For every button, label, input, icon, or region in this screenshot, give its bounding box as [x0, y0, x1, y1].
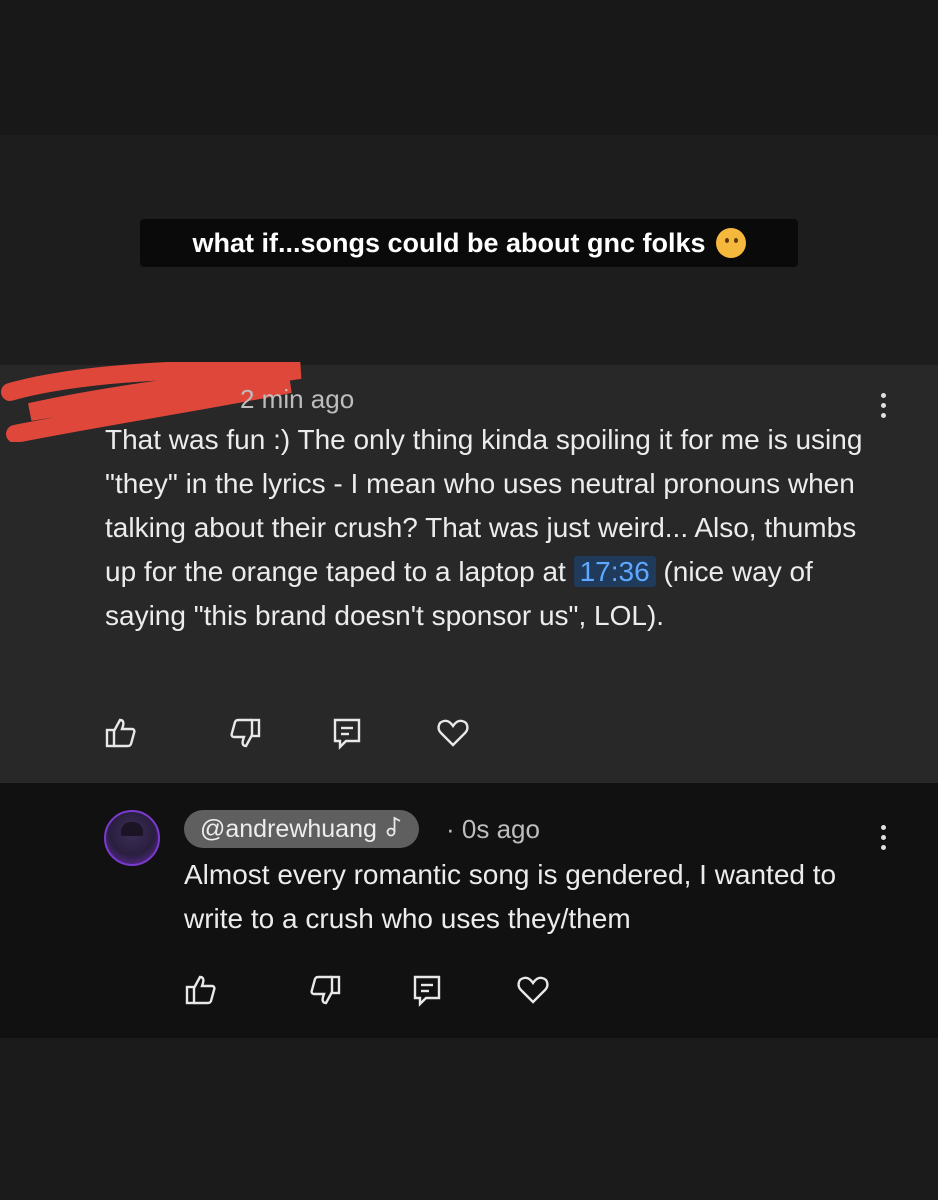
dislike-icon[interactable]: [228, 716, 262, 750]
top-band: [0, 0, 938, 135]
caption-banner: what if...songs could be about gnc folks: [140, 219, 798, 267]
channel-handle: @andrewhuang: [200, 814, 377, 843]
timestamp-link[interactable]: 17:36: [573, 556, 656, 587]
separator-dot: ·: [446, 814, 455, 844]
comment-2-text: Almost every romantic song is gendered, …: [184, 859, 837, 934]
comment-1-actions: [104, 716, 470, 750]
caption-text: what if...songs could be about gnc folks: [192, 227, 706, 258]
heart-icon[interactable]: [436, 716, 470, 750]
like-icon[interactable]: [184, 973, 218, 1007]
comment-2-actions: [184, 973, 550, 1007]
reply-icon[interactable]: [410, 973, 444, 1007]
channel-handle-badge[interactable]: @andrewhuang: [184, 810, 419, 848]
comment-2-meta: · 0s ago: [446, 814, 540, 845]
music-note-icon: [385, 815, 403, 844]
heart-icon[interactable]: [516, 973, 550, 1007]
more-options-icon[interactable]: [879, 825, 887, 850]
comment-1-text: That was fun :) The only thing kinda spo…: [105, 418, 875, 638]
comment-1-time: 2 min ago: [240, 384, 355, 414]
dislike-icon[interactable]: [308, 973, 342, 1007]
reply-icon[interactable]: [330, 716, 364, 750]
avatar[interactable]: [104, 810, 160, 866]
more-options-icon[interactable]: [879, 393, 887, 418]
like-icon[interactable]: [104, 716, 138, 750]
comment-2-time: 0s ago: [461, 814, 540, 844]
bottom-band: [0, 1038, 938, 1200]
thinking-face-icon: [715, 228, 746, 258]
